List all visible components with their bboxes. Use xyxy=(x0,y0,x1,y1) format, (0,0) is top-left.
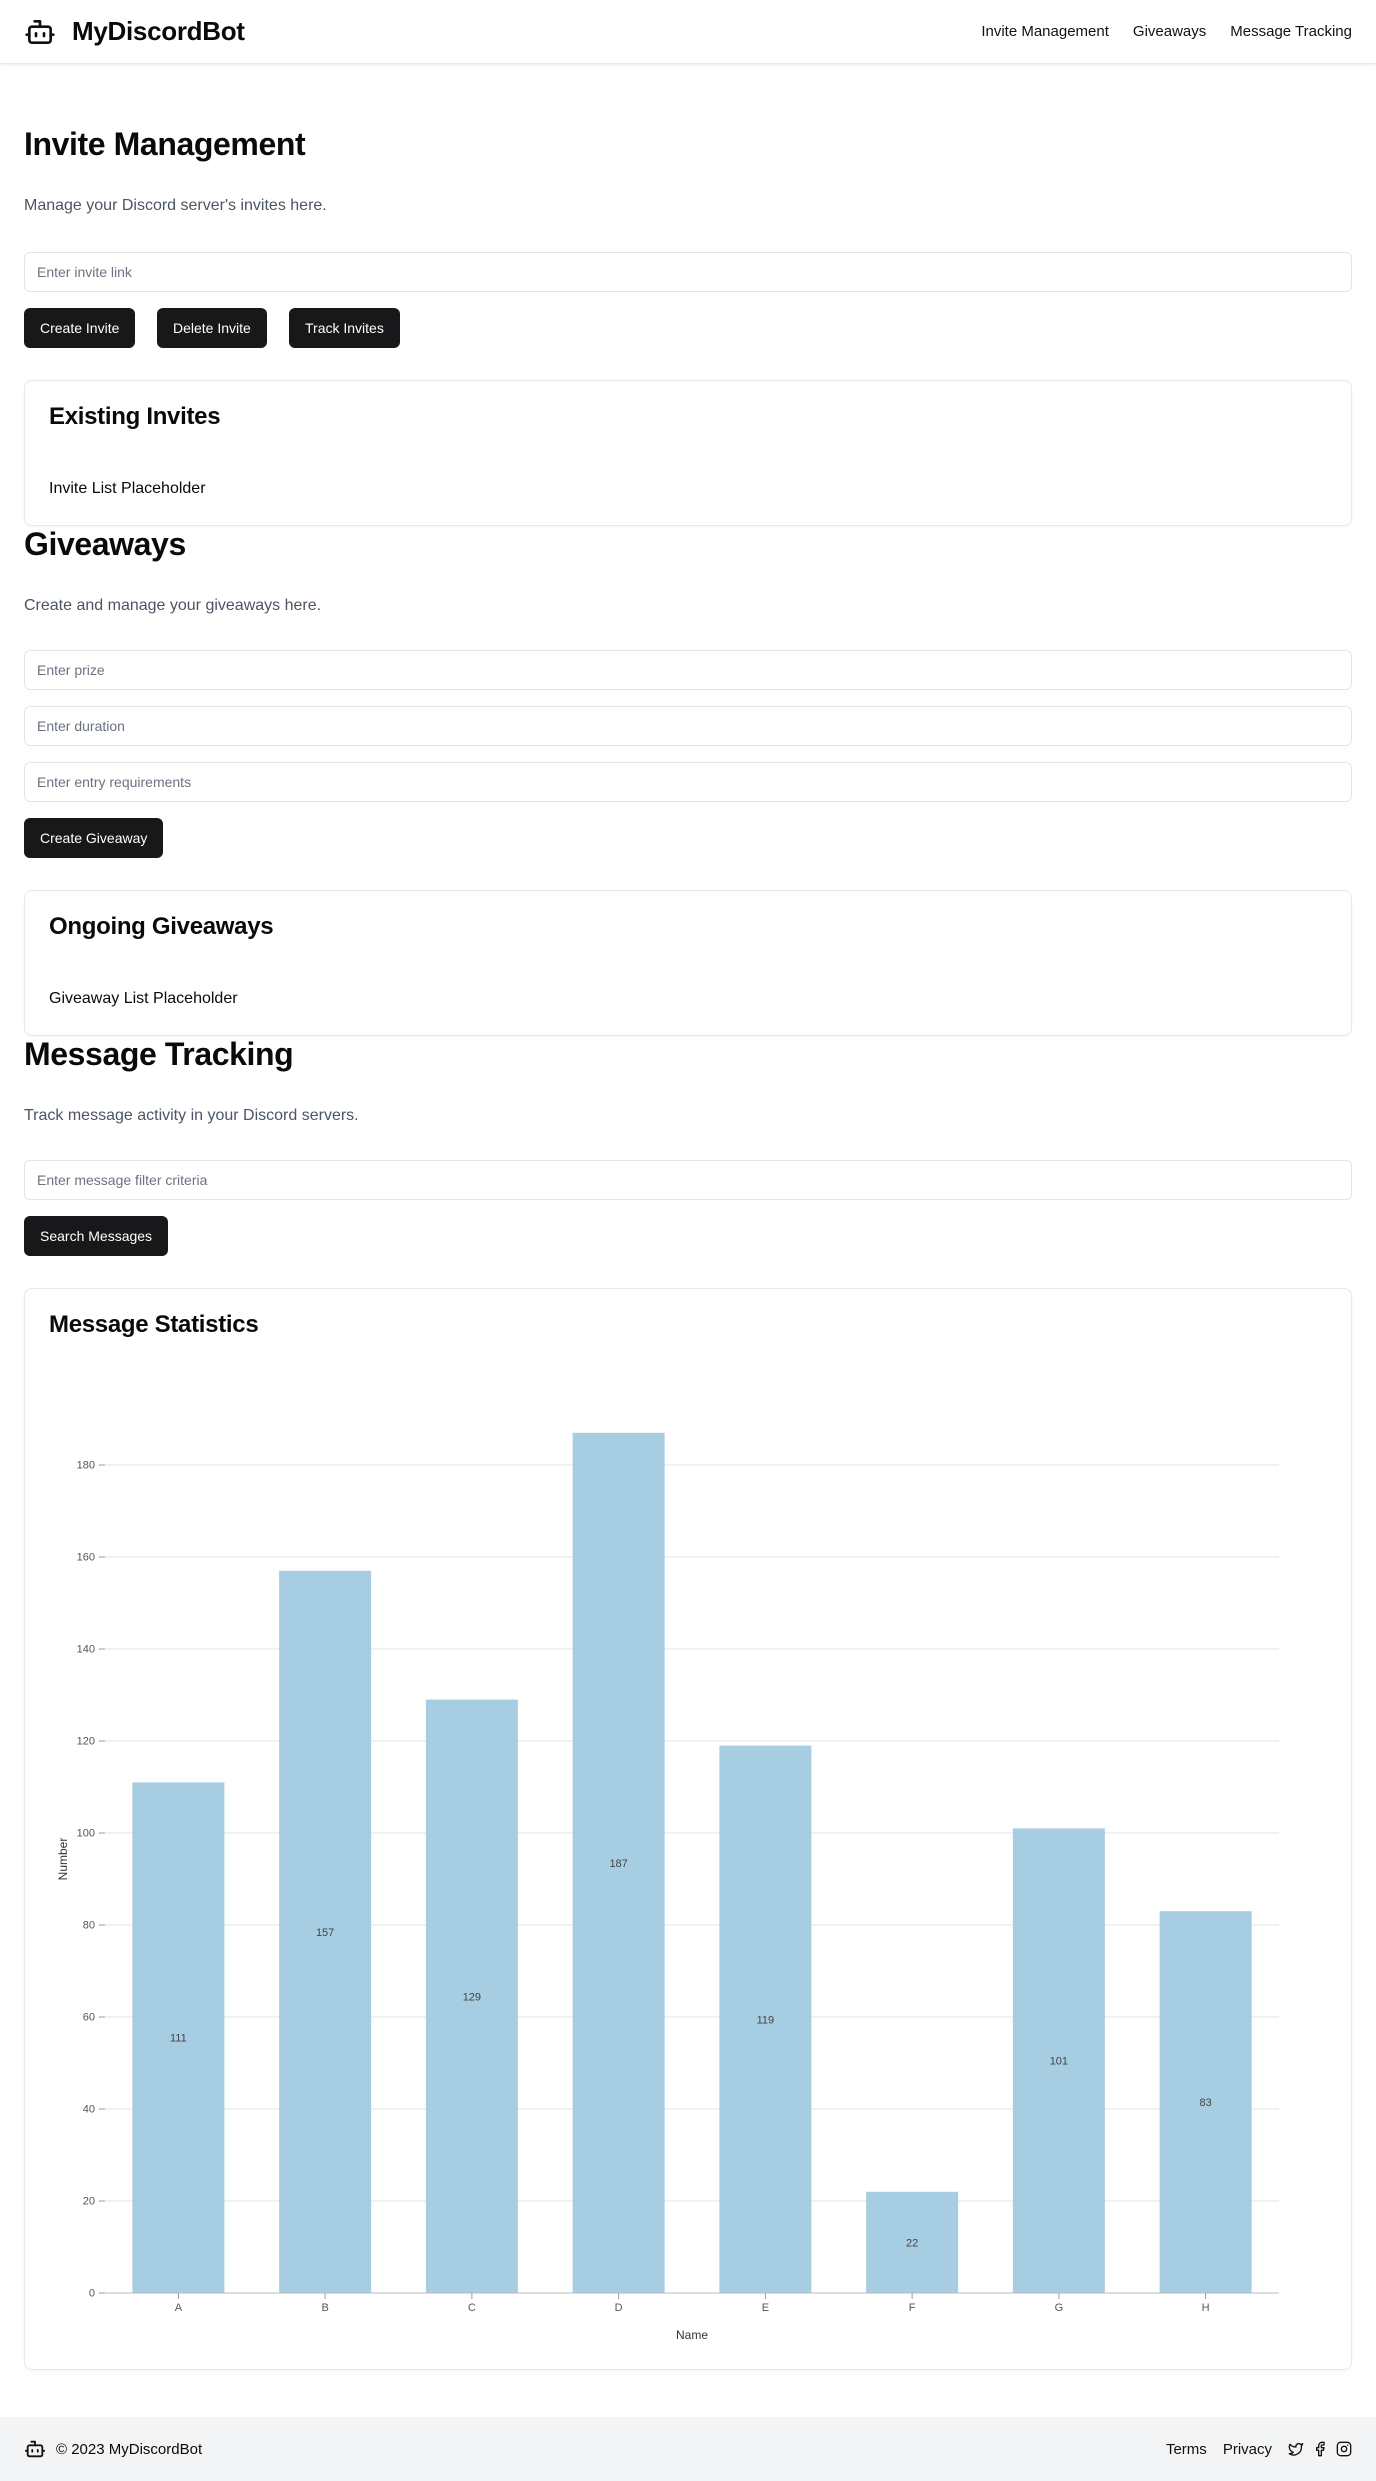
y-tick-label: 100 xyxy=(77,1828,95,1840)
brand[interactable]: MyDiscordBot xyxy=(24,16,245,48)
message-statistics-chart: 0 20 40 60 80 100 120 140 160 180 111 A 157 B 129 C 187 D… xyxy=(56,1432,1279,2342)
invite-title: Invite Management xyxy=(24,126,306,162)
invite-link-input[interactable] xyxy=(24,252,1352,292)
copyright-text: © 2023 MyDiscordBot xyxy=(56,2440,203,2458)
message-tracking-description: Track message activity in your Discord s… xyxy=(24,1107,359,1124)
instagram-icon[interactable] xyxy=(1336,2441,1352,2457)
existing-invites-title: Existing Invites xyxy=(49,403,221,430)
bar-value-label: 119 xyxy=(757,2014,775,2026)
bar-value-label: 129 xyxy=(463,1991,481,2003)
invite-section: Invite Management Manage your Discord se… xyxy=(24,120,1352,526)
facebook-icon[interactable] xyxy=(1312,2441,1328,2457)
y-tick-label: 20 xyxy=(83,2196,95,2208)
twitter-icon[interactable] xyxy=(1288,2441,1304,2457)
bar-value-label: 157 xyxy=(316,1927,334,1939)
nav-invite-management[interactable]: Invite Management xyxy=(981,23,1109,40)
x-tick-label: A xyxy=(175,2302,183,2314)
x-tick-label: E xyxy=(762,2302,769,2314)
y-tick-label: 40 xyxy=(83,2104,95,2116)
bar-value-label: 22 xyxy=(906,2237,918,2249)
terms-link[interactable]: Terms xyxy=(1166,2441,1207,2458)
x-tick-label: D xyxy=(615,2302,623,2314)
y-tick-label: 160 xyxy=(77,1552,95,1564)
site-footer: © 2023 MyDiscordBot Terms Privacy xyxy=(0,2417,1376,2481)
y-tick-label: 60 xyxy=(83,2012,95,2024)
ongoing-giveaways-card: Ongoing Giveaways Giveaway List Placehol… xyxy=(24,890,1352,1036)
brand-name: MyDiscordBot xyxy=(72,16,245,46)
message-tracking-title: Message Tracking xyxy=(24,1036,294,1072)
track-invites-button[interactable]: Track Invites xyxy=(289,308,400,348)
x-tick-label: H xyxy=(1202,2302,1210,2314)
x-axis-title: Name xyxy=(676,2328,708,2342)
site-header: MyDiscordBot Invite Management Giveaways… xyxy=(0,0,1376,64)
main-nav: Invite Management Giveaways Message Trac… xyxy=(981,23,1352,40)
bar-value-label: 101 xyxy=(1050,2056,1068,2068)
message-statistics-card: Message Statistics 0 20 40 60 80 100 120 140 160… xyxy=(24,1288,1352,2370)
robot-icon xyxy=(24,2440,46,2458)
giveaways-description: Create and manage your giveaways here. xyxy=(24,597,322,614)
y-tick-label: 80 xyxy=(83,1920,95,1932)
y-axis-title: Number xyxy=(56,1838,70,1881)
duration-input[interactable] xyxy=(24,706,1352,746)
create-giveaway-button[interactable]: Create Giveaway xyxy=(24,818,164,858)
delete-invite-button[interactable]: Delete Invite xyxy=(157,308,267,348)
privacy-link[interactable]: Privacy xyxy=(1223,2441,1272,2458)
y-tick-label: 120 xyxy=(77,1736,95,1748)
bar-value-label: 187 xyxy=(609,1858,627,1870)
create-invite-button[interactable]: Create Invite xyxy=(24,308,136,348)
x-tick-label: C xyxy=(468,2302,476,2314)
giveaways-section: Giveaways Create and manage your giveawa… xyxy=(24,526,1352,1036)
entry-requirements-input[interactable] xyxy=(24,762,1352,802)
y-tick-label: 180 xyxy=(77,1460,95,1472)
nav-message-tracking[interactable]: Message Tracking xyxy=(1230,23,1352,40)
bar-value-label: 83 xyxy=(1200,2097,1212,2109)
y-tick-label: 140 xyxy=(77,1644,95,1656)
invite-list: Invite List Placeholder xyxy=(49,480,206,497)
prize-input[interactable] xyxy=(24,650,1352,690)
invite-description: Manage your Discord server's invites her… xyxy=(24,197,327,214)
search-messages-button[interactable]: Search Messages xyxy=(24,1216,169,1256)
ongoing-giveaways-title: Ongoing Giveaways xyxy=(49,913,274,940)
nav-giveaways[interactable]: Giveaways xyxy=(1133,23,1206,40)
giveaway-list: Giveaway List Placeholder xyxy=(49,990,238,1007)
robot-icon xyxy=(25,19,55,44)
bar-value-label: 111 xyxy=(170,2033,187,2045)
y-tick-label: 0 xyxy=(89,2288,95,2300)
giveaways-title: Giveaways xyxy=(24,526,186,562)
message-filter-input[interactable] xyxy=(24,1160,1352,1200)
x-tick-label: F xyxy=(909,2302,916,2314)
x-tick-label: G xyxy=(1055,2302,1064,2314)
existing-invites-card: Existing Invites Invite List Placeholder xyxy=(24,380,1352,526)
x-tick-label: B xyxy=(321,2302,328,2314)
message-tracking-section: Message Tracking Track message activity … xyxy=(24,1036,1352,2370)
